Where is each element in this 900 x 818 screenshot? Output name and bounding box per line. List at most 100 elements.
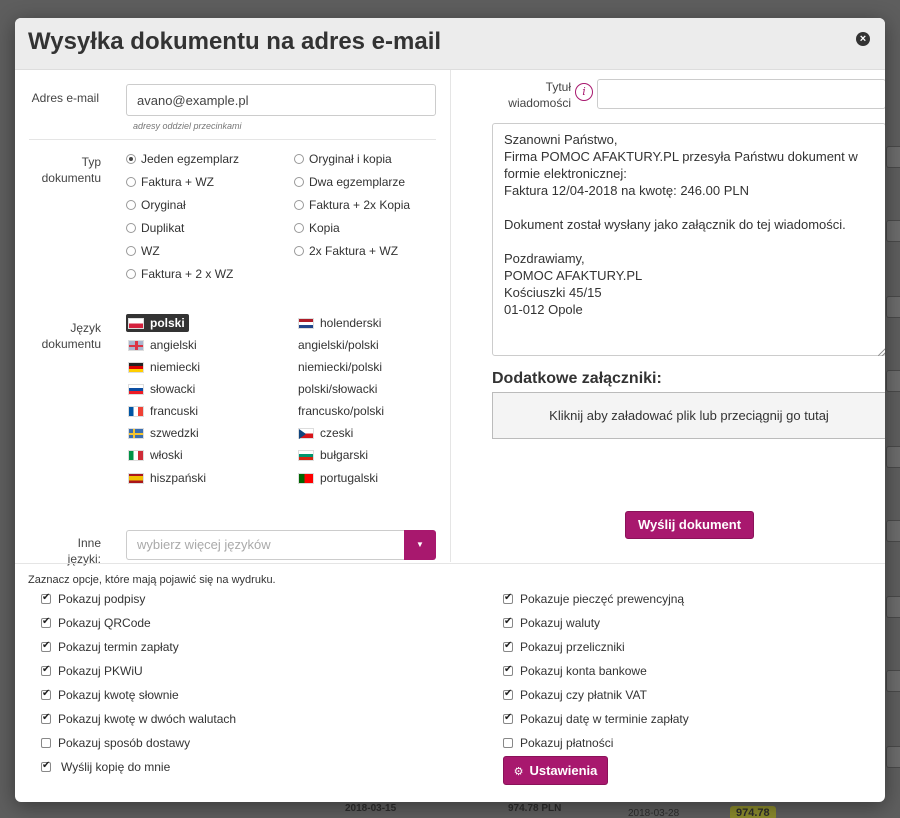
radio-option[interactable]: Duplikat: [126, 219, 184, 237]
radio-label: Dwa egzemplarze: [309, 175, 406, 189]
checkbox-checked-icon[interactable]: [503, 616, 513, 628]
language-option-polski-slowacki[interactable]: polski/słowacki: [298, 380, 377, 398]
checkbox-checked-icon[interactable]: [503, 664, 513, 676]
checkbox-option[interactable]: Pokazuj kwotę słownie: [41, 687, 179, 703]
checkbox-checked-icon[interactable]: [41, 592, 51, 604]
language-label: polski/słowacki: [298, 382, 378, 396]
language-option-czeski[interactable]: czeski: [298, 424, 353, 442]
radio-option[interactable]: WZ: [126, 242, 160, 260]
checkbox-option[interactable]: Pokazuj kwotę w dwóch walutach: [41, 711, 236, 727]
language-label: portugalski: [320, 471, 379, 485]
settings-button[interactable]: ⚙ Ustawienia: [503, 756, 608, 785]
radio-option[interactable]: Kopia: [294, 219, 340, 237]
checkbox-icon[interactable]: [41, 738, 51, 748]
radio-icon[interactable]: [294, 154, 304, 164]
radio-option[interactable]: Jeden egzemplarz: [126, 150, 239, 168]
radio-icon[interactable]: [126, 200, 136, 210]
language-option-francuski[interactable]: francuski: [128, 402, 198, 420]
language-option-polski[interactable]: polski: [126, 314, 189, 332]
checkbox-option[interactable]: Pokazuj czy płatnik VAT: [503, 687, 647, 703]
checkbox-label: Pokazuje pieczęć prewencyjną: [520, 592, 685, 606]
language-option-niemiecki[interactable]: niemiecki: [128, 358, 200, 376]
checkbox-option[interactable]: Pokazuj przeliczniki: [503, 639, 625, 655]
checkbox-checked-icon[interactable]: [503, 640, 513, 652]
checkbox-option[interactable]: Pokazuj sposób dostawy: [41, 735, 190, 751]
right-column: Tytuł wiadomości i Szanowni Państwo, Fir…: [450, 70, 885, 562]
checkbox-option[interactable]: Pokazuj termin zapłaty: [41, 639, 179, 655]
radio-icon[interactable]: [294, 177, 304, 187]
checkbox-option[interactable]: Pokazuj datę w terminie zapłaty: [503, 711, 689, 727]
checkbox-option[interactable]: Wyślij kopię do mnie: [41, 759, 170, 775]
checkbox-checked-icon[interactable]: [41, 688, 51, 700]
checkbox-option[interactable]: Pokazuje pieczęć prewencyjną: [503, 591, 684, 607]
language-option-angielski-polski[interactable]: angielski/polski: [298, 336, 379, 354]
language-option-szwedzki[interactable]: szwedzki: [128, 424, 199, 442]
checkbox-option[interactable]: Pokazuj płatności: [503, 735, 613, 751]
language-option-niemiecki-polski[interactable]: niemiecki/polski: [298, 358, 382, 376]
radio-option[interactable]: Dwa egzemplarze: [294, 173, 405, 191]
close-icon[interactable]: ×: [856, 32, 870, 46]
language-option-hiszpanski[interactable]: hiszpański: [128, 469, 206, 487]
resize-handle-icon[interactable]: [878, 348, 885, 356]
language-option-wloski[interactable]: włoski: [128, 446, 183, 464]
language-option-bulgarski[interactable]: bułgarski: [298, 446, 368, 464]
checkbox-checked-icon[interactable]: [41, 616, 51, 628]
background-button: [886, 670, 900, 692]
radio-icon[interactable]: [126, 246, 136, 256]
language-option-slowacki[interactable]: słowacki: [128, 380, 195, 398]
radio-label: Faktura + 2x Kopia: [309, 198, 411, 212]
radio-icon[interactable]: [126, 177, 136, 187]
checkbox-option[interactable]: Pokazuj waluty: [503, 615, 600, 631]
language-option-holenderski[interactable]: holenderski: [298, 314, 381, 332]
checkbox-option[interactable]: Pokazuj konta bankowe: [503, 663, 647, 679]
info-icon[interactable]: i: [575, 83, 593, 101]
language-label: słowacki: [150, 382, 196, 396]
language-option-francusko-polski[interactable]: francusko/polski: [298, 402, 384, 420]
checkbox-checked-icon[interactable]: [41, 712, 51, 724]
checkbox-option[interactable]: Pokazuj podpisy: [41, 591, 145, 607]
radio-option[interactable]: Faktura + 2 x WZ: [126, 265, 233, 283]
radio-option[interactable]: Faktura + 2x Kopia: [294, 196, 410, 214]
radio-label: Faktura + WZ: [141, 175, 215, 189]
radio-option[interactable]: Oryginał: [126, 196, 186, 214]
language-label: angielski: [150, 338, 197, 352]
language-option-angielski[interactable]: angielski: [128, 336, 197, 354]
radio-icon[interactable]: [126, 269, 136, 279]
document-language-label-line: Język: [70, 321, 101, 335]
document-language-label: Język dokumentu: [29, 320, 101, 352]
subject-input[interactable]: [597, 79, 885, 109]
checkbox-label: Pokazuj podpisy: [58, 592, 146, 606]
radio-option[interactable]: Faktura + WZ: [126, 173, 214, 191]
italy-flag-icon: [128, 449, 144, 461]
checkbox-checked-icon[interactable]: [503, 688, 513, 700]
language-label: holenderski: [320, 316, 382, 330]
checkbox-option[interactable]: Pokazuj PKWiU: [41, 663, 143, 679]
checkbox-checked-icon[interactable]: [503, 592, 513, 604]
email-field[interactable]: [126, 84, 436, 116]
checkbox-icon[interactable]: [503, 738, 513, 748]
radio-icon[interactable]: [126, 223, 136, 233]
language-option-portugalski[interactable]: portugalski: [298, 469, 378, 487]
checkbox-checked-icon[interactable]: [41, 640, 51, 652]
checkbox-option[interactable]: Pokazuj QRCode: [41, 615, 151, 631]
chevron-down-icon[interactable]: ▼: [404, 530, 436, 560]
checkbox-checked-icon[interactable]: [503, 712, 513, 724]
send-document-button[interactable]: Wyślij dokument: [625, 511, 754, 539]
radio-selected-icon[interactable]: [126, 154, 136, 164]
checkbox-checked-icon[interactable]: [41, 664, 51, 676]
settings-button-label: Ustawienia: [529, 763, 598, 778]
checkbox-checked-icon[interactable]: [41, 760, 51, 772]
document-type-label: Typ dokumentu: [29, 154, 101, 186]
background-date-2: 2018-03-28: [628, 808, 680, 818]
radio-option[interactable]: 2x Faktura + WZ: [294, 242, 398, 260]
radio-icon[interactable]: [294, 223, 304, 233]
checkbox-label: Pokazuj konta bankowe: [520, 664, 647, 678]
radio-option[interactable]: Oryginał i kopia: [294, 150, 392, 168]
attachment-dropzone[interactable]: Kliknij aby załadować plik lub przeciągn…: [492, 392, 885, 439]
background-date: 2018-03-15: [345, 803, 397, 814]
radio-icon[interactable]: [294, 200, 304, 210]
modal-header: Wysyłka dokumentu na adres e-mail ×: [15, 18, 885, 70]
other-languages-select[interactable]: wybierz więcej języków: [126, 530, 405, 560]
radio-icon[interactable]: [294, 246, 304, 256]
message-textarea[interactable]: Szanowni Państwo, Firma POMOC AFAKTURY.P…: [492, 123, 885, 356]
